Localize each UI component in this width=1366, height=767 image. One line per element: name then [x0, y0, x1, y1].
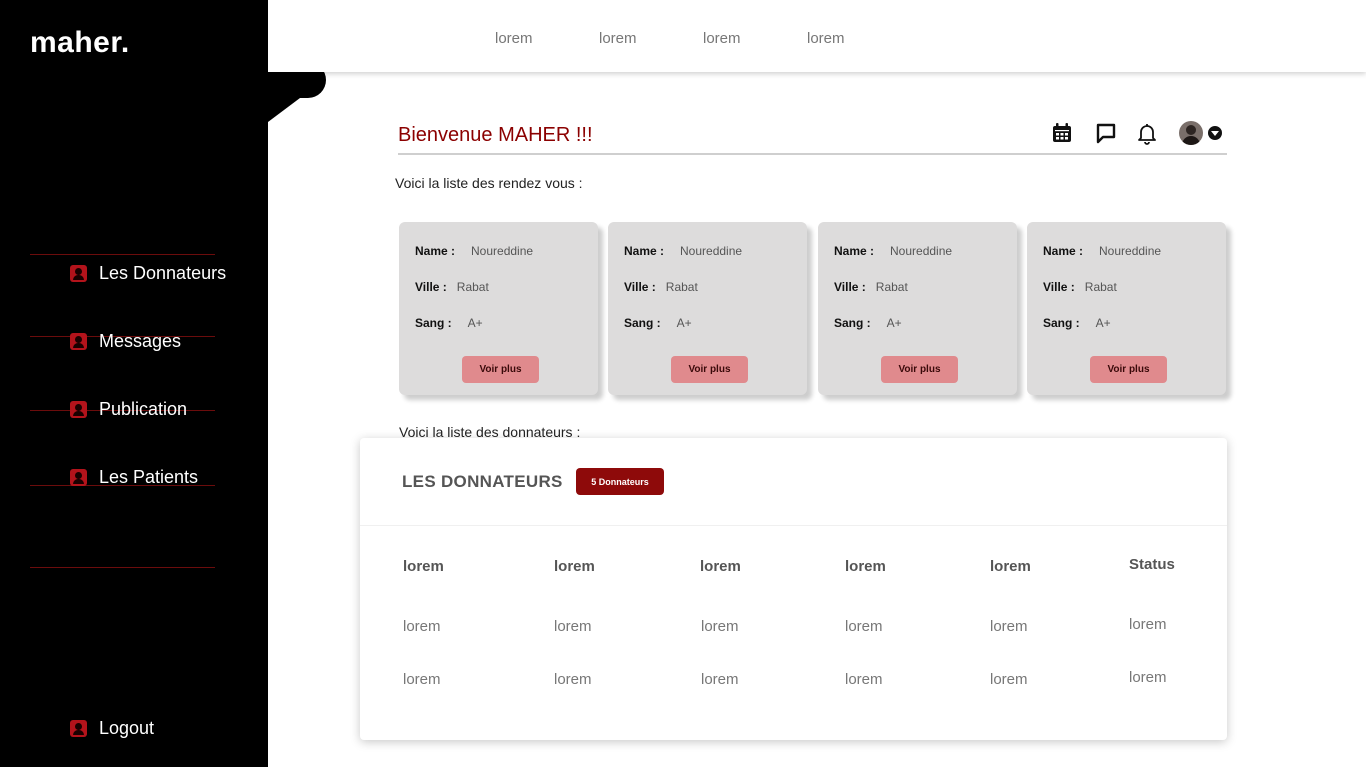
appointment-card: Name : Noureddine Ville : Rabat Sang : A+ V… — [818, 222, 1017, 395]
blood-value: A+ — [676, 316, 692, 330]
donors-count-badge: 5 Donnateurs — [576, 468, 664, 495]
chat-icon[interactable] — [1094, 121, 1118, 145]
column-header: lorem — [845, 558, 886, 575]
donors-table-panel: LES DONNATEURS 5 Donnateurs lorem lorem … — [360, 438, 1227, 740]
table-cell: lorem — [403, 671, 441, 688]
sidebar-item-publication[interactable]: Publication — [70, 399, 187, 420]
sidebar-item-label: Les Patients — [99, 467, 199, 487]
table-cell: lorem — [701, 671, 739, 688]
user-icon — [70, 401, 87, 418]
name-label: Name : — [624, 244, 665, 258]
topnav-link[interactable]: lorem — [599, 30, 637, 47]
topnav-link[interactable]: lorem — [807, 30, 845, 47]
sidebar: maher. Les Donnateurs Messages Publicati… — [0, 0, 326, 767]
appointments-intro: Voici la liste des rendez vous : — [395, 175, 583, 191]
city-label: Ville : — [834, 280, 866, 294]
user-icon — [70, 469, 87, 486]
blood-value: A+ — [1095, 316, 1111, 330]
user-icon — [70, 265, 87, 282]
name-label: Name : — [415, 244, 456, 258]
city-label: Ville : — [415, 280, 447, 294]
appointment-card: Name : Noureddine Ville : Rabat Sang : A+ V… — [1027, 222, 1226, 395]
table-cell: lorem — [990, 618, 1028, 635]
blood-value: A+ — [886, 316, 902, 330]
avatar[interactable] — [1179, 121, 1203, 145]
table-cell: lorem — [554, 671, 592, 688]
name-value: Noureddine — [1099, 244, 1162, 258]
blood-label: Sang : — [1043, 316, 1080, 330]
table-cell: lorem — [403, 618, 441, 635]
blood-label: Sang : — [624, 316, 661, 330]
column-header: lorem — [403, 558, 444, 575]
column-header: lorem — [700, 558, 741, 575]
bell-icon[interactable] — [1135, 121, 1159, 145]
table-cell: lorem — [845, 671, 883, 688]
voir-plus-button[interactable]: Voir plus — [671, 356, 748, 383]
appointment-card: Name : Noureddine Ville : Rabat Sang : A+ V… — [399, 222, 598, 395]
donors-title: LES DONNATEURS — [402, 472, 563, 491]
page-title: Bienvenue MAHER !!! — [398, 124, 593, 146]
voir-plus-button[interactable]: Voir plus — [881, 356, 958, 383]
sidebar-item-messages[interactable]: Messages — [70, 331, 181, 352]
logo[interactable]: maher. — [30, 26, 130, 60]
table-cell: lorem — [701, 618, 739, 635]
name-value: Noureddine — [890, 244, 953, 258]
name-label: Name : — [1043, 244, 1084, 258]
city-label: Ville : — [1043, 280, 1075, 294]
column-header: lorem — [554, 558, 595, 575]
sidebar-item-donnateurs[interactable]: Les Donnateurs — [70, 263, 226, 284]
city-value: Rabat — [456, 280, 489, 294]
table-cell: lorem — [990, 671, 1028, 688]
voir-plus-button[interactable]: Voir plus — [1090, 356, 1167, 383]
topnav-link[interactable]: lorem — [495, 30, 533, 47]
column-header-status: Status — [1129, 556, 1175, 573]
calendar-icon[interactable] — [1050, 121, 1074, 145]
logout-button[interactable]: Logout — [70, 718, 154, 739]
city-value: Rabat — [875, 280, 908, 294]
city-value: Rabat — [665, 280, 698, 294]
sidebar-item-patients[interactable]: Les Patients — [70, 467, 198, 488]
panel-divider — [360, 525, 1227, 526]
voir-plus-button[interactable]: Voir plus — [462, 356, 539, 383]
table-cell: lorem — [845, 618, 883, 635]
sidebar-item-label: Messages — [99, 331, 182, 351]
header-divider — [398, 153, 1227, 155]
blood-value: A+ — [467, 316, 483, 330]
city-label: Ville : — [624, 280, 656, 294]
blood-label: Sang : — [415, 316, 452, 330]
logout-label: Logout — [99, 718, 155, 738]
sidebar-item-label: Les Donnateurs — [99, 263, 227, 283]
blood-label: Sang : — [834, 316, 871, 330]
name-value: Noureddine — [680, 244, 743, 258]
user-icon — [70, 720, 87, 737]
table-cell-status: lorem — [1129, 669, 1167, 686]
appointment-card: Name : Noureddine Ville : Rabat Sang : A+ V… — [608, 222, 807, 395]
topnav-link[interactable]: lorem — [703, 30, 741, 47]
table-cell: lorem — [554, 618, 592, 635]
table-cell-status: lorem — [1129, 616, 1167, 633]
chevron-down-icon[interactable] — [1208, 126, 1222, 140]
nav-divider — [30, 567, 215, 568]
name-label: Name : — [834, 244, 875, 258]
nav-divider — [30, 254, 215, 255]
column-header: lorem — [990, 558, 1031, 575]
user-icon — [70, 333, 87, 350]
sidebar-item-label: Publication — [99, 399, 188, 419]
name-value: Noureddine — [471, 244, 534, 258]
city-value: Rabat — [1084, 280, 1117, 294]
